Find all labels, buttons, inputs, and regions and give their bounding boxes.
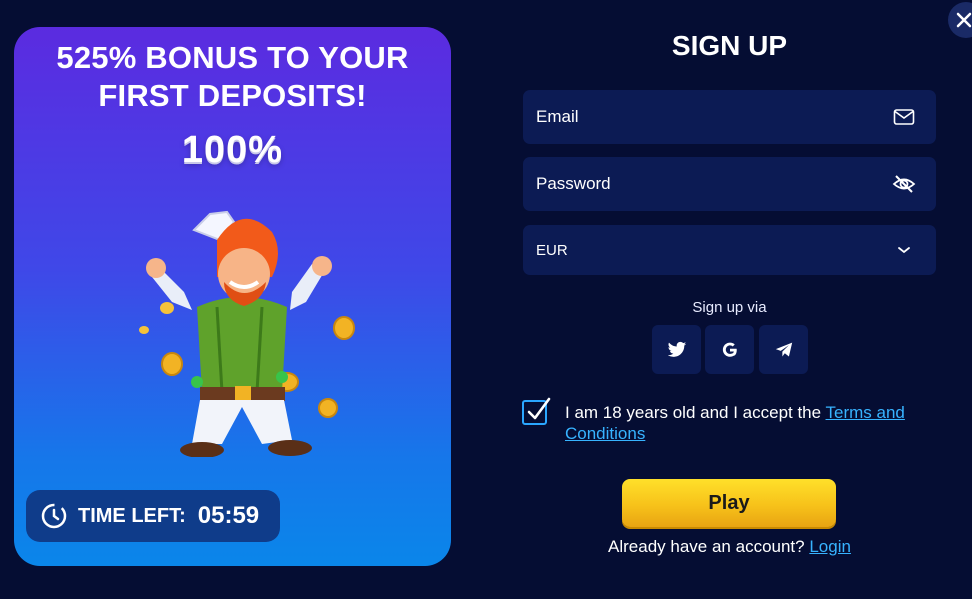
account-text: Already have an account?	[608, 537, 810, 556]
play-button[interactable]: Play	[622, 479, 836, 527]
telegram-signup-button[interactable]	[759, 325, 808, 374]
promo-percent: 100%	[181, 129, 284, 171]
currency-value: EUR	[536, 241, 568, 259]
close-button[interactable]	[948, 2, 972, 38]
google-signup-button[interactable]	[705, 325, 754, 374]
timer-label: TIME LEFT:	[78, 504, 186, 527]
checkmark-icon	[527, 397, 551, 420]
telegram-icon	[775, 342, 792, 357]
clock-icon	[41, 503, 67, 529]
currency-select[interactable]: EUR	[523, 225, 936, 275]
account-prompt: Already have an account? Login	[523, 537, 936, 557]
terms-prefix: I am 18 years old and I accept the	[565, 403, 826, 422]
promo-card: 525% BONUS TO YOUR FIRST DEPOSITS! 100%	[14, 27, 451, 566]
terms-text: I am 18 years old and I accept the Terms…	[565, 402, 935, 444]
promo-title-line1: 525% BONUS TO YOUR	[56, 40, 409, 75]
close-icon	[956, 12, 972, 28]
twitter-icon	[667, 341, 686, 357]
timer-badge: TIME LEFT: 05:59	[26, 490, 280, 542]
leprechaun-mascot-image	[139, 210, 355, 457]
google-icon	[722, 342, 737, 357]
email-placeholder: Email	[536, 107, 579, 126]
password-placeholder: Password	[536, 174, 611, 193]
signup-via-label: Sign up via	[692, 299, 767, 316]
envelope-icon	[893, 109, 915, 125]
promo-title: 525% BONUS TO YOUR FIRST DEPOSITS!	[14, 39, 451, 115]
terms-checkbox[interactable]	[522, 397, 551, 425]
timer-value: 05:59	[197, 502, 260, 529]
password-field[interactable]: Password	[523, 157, 936, 211]
chevron-down-icon	[898, 247, 910, 254]
promo-title-line2: FIRST DEPOSITS!	[98, 78, 367, 113]
signup-title: SIGN UP	[671, 30, 788, 61]
email-field[interactable]: Email	[523, 90, 936, 144]
login-link[interactable]: Login	[809, 537, 851, 556]
twitter-signup-button[interactable]	[652, 325, 701, 374]
eye-off-icon[interactable]	[892, 172, 916, 196]
